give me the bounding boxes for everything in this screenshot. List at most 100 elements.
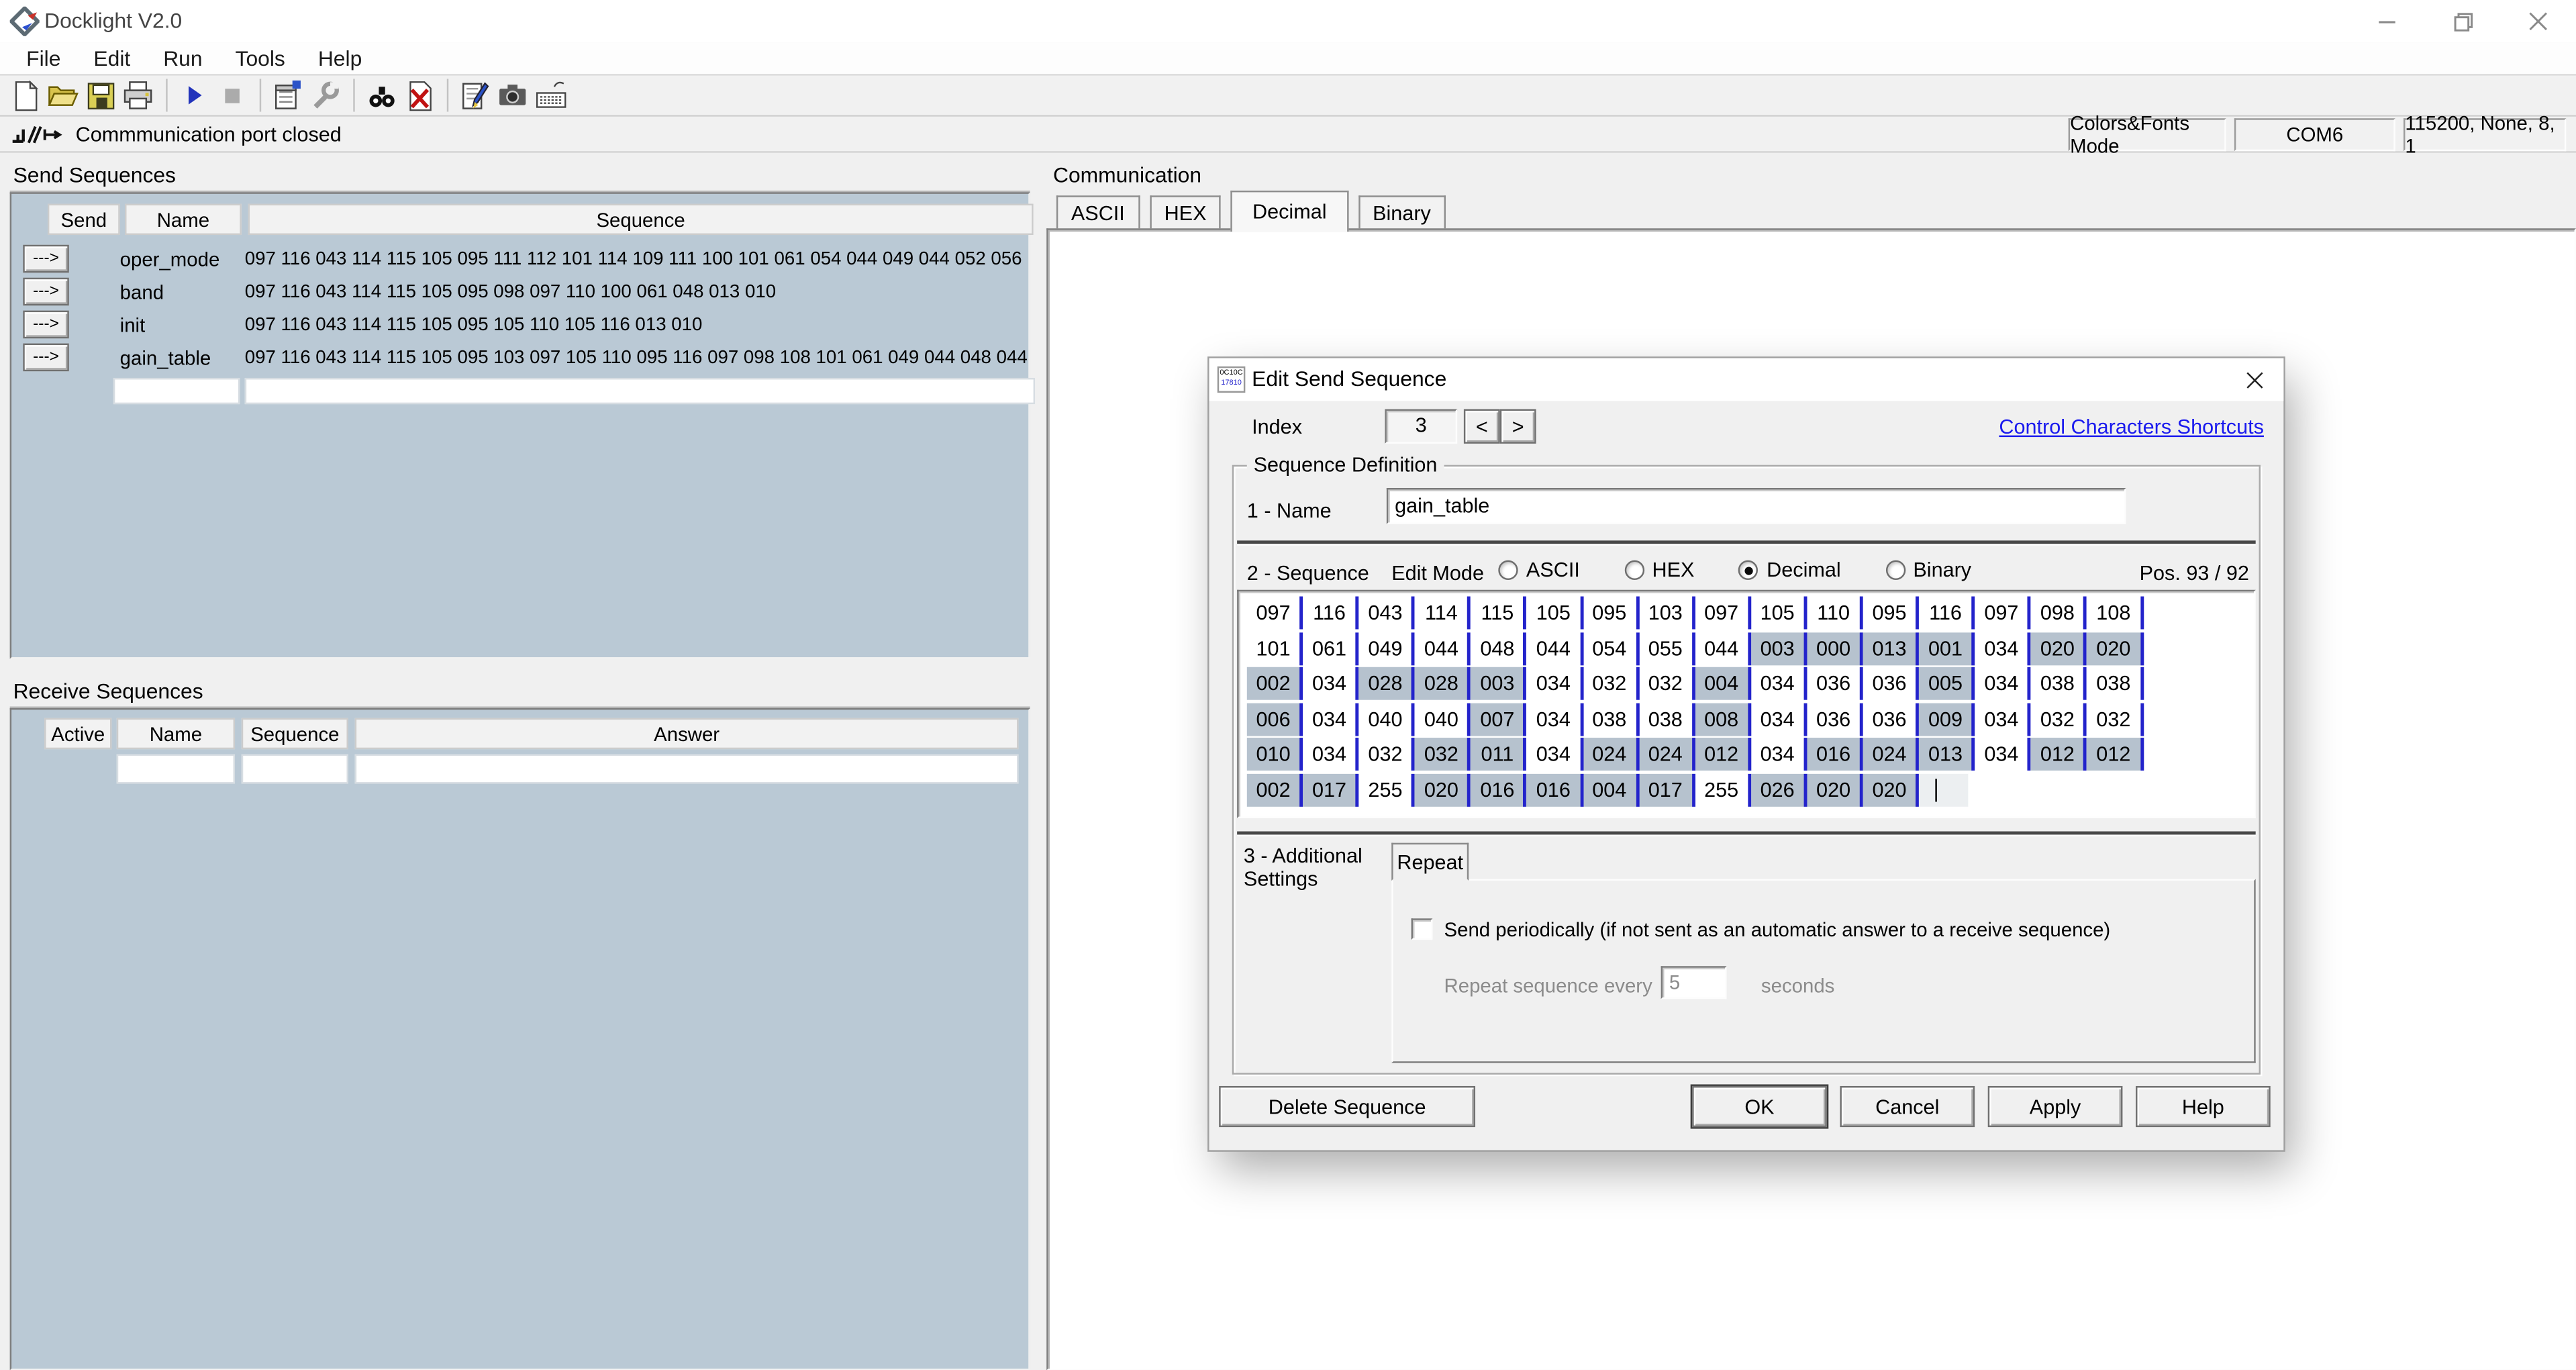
sequence-byte[interactable]: 034 [1527,667,1583,700]
sequence-byte[interactable]: 103 [1639,597,1695,630]
sequence-byte[interactable]: 009 [1919,702,1975,735]
keyboard-console-icon[interactable] [532,77,568,113]
empty-answer-cell[interactable] [355,754,1019,783]
sequence-byte[interactable]: 017 [1639,773,1695,806]
sequence-byte[interactable]: 032 [1359,738,1415,771]
menu-item[interactable]: Help [301,46,378,71]
sequence-byte[interactable]: 002 [1247,667,1303,700]
name-input[interactable]: gain_table [1387,488,2126,524]
sequence-bytes[interactable]: 097 116 043 114 115 105 095 103 097 105 … [245,342,1037,375]
sequence-name[interactable]: oper_mode [113,243,238,276]
sequence-byte[interactable]: 032 [1415,738,1471,771]
sequence-byte[interactable]: 020 [2087,632,2143,665]
sequence-byte[interactable]: 098 [2031,597,2087,630]
sequence-byte[interactable]: 038 [1583,702,1639,735]
sequence-byte[interactable]: 034 [1751,702,1807,735]
sequence-byte[interactable]: 108 [2087,597,2143,630]
sequence-bytes[interactable]: 097 116 043 114 115 105 095 098 097 110 … [245,276,1037,309]
sequence-byte[interactable]: 005 [1919,667,1975,700]
sequence-name[interactable]: band [113,276,238,309]
menu-item[interactable]: File [10,46,77,71]
dialog-button[interactable]: Help [2136,1086,2271,1127]
edit-mode-radio[interactable]: HEX [1624,558,1695,581]
empty-name-cell[interactable] [113,378,240,404]
empty-name-cell[interactable] [117,754,235,783]
sequence-byte[interactable]: 032 [1583,667,1639,700]
sequence-byte[interactable]: 054 [1583,632,1639,665]
edit-mode-radio[interactable]: ASCII [1498,558,1580,581]
sequence-byte[interactable]: 255 [1695,773,1750,806]
sequence-byte[interactable]: 002 [1247,773,1303,806]
sequence-byte[interactable]: 028 [1415,667,1471,700]
menu-item[interactable]: Edit [77,46,147,71]
dialog-button[interactable]: OK [1692,1086,1827,1127]
sequence-byte[interactable]: 038 [2031,667,2087,700]
sequence-byte[interactable]: 007 [1471,702,1527,735]
sequence-byte[interactable]: 036 [1807,667,1863,700]
sequence-byte[interactable]: 114 [1415,597,1471,630]
sequence-byte[interactable]: 034 [1975,667,2031,700]
sequence-byte[interactable]: 034 [1751,738,1807,771]
empty-sequence-cell[interactable] [242,754,348,783]
dialog-button[interactable]: Cancel [1840,1086,1975,1127]
sequence-byte[interactable]: 040 [1415,702,1471,735]
restore-icon[interactable] [2425,0,2501,43]
sequence-byte[interactable]: 038 [1639,702,1695,735]
sequence-byte[interactable]: 020 [1415,773,1471,806]
delete-sequence-button[interactable]: Delete Sequence [1219,1086,1475,1127]
sequence-byte[interactable]: 040 [1359,702,1415,735]
sequence-byte[interactable]: 024 [1583,738,1639,771]
sequence-byte[interactable]: 001 [1919,632,1975,665]
sequence-byte[interactable]: 034 [1527,738,1583,771]
sequence-byte[interactable]: 097 [1975,597,2031,630]
sequence-byte[interactable]: 020 [1863,773,1919,806]
sequence-byte[interactable]: 003 [1471,667,1527,700]
sequence-byte[interactable]: 034 [1751,667,1807,700]
sequence-byte[interactable]: 034 [1303,702,1358,735]
sequence-byte[interactable]: 043 [1359,597,1415,630]
sequence-byte[interactable]: 097 [1695,597,1750,630]
project-settings-icon[interactable] [269,77,305,113]
sequence-byte[interactable]: 032 [2087,702,2143,735]
sequence-byte[interactable]: 049 [1359,632,1415,665]
snapshot-camera-icon[interactable] [495,77,531,113]
sequence-byte[interactable]: 105 [1527,597,1583,630]
find-icon[interactable] [363,77,399,113]
new-file-icon[interactable] [7,77,43,113]
save-project-icon[interactable] [82,77,118,113]
sequence-byte[interactable]: 044 [1695,632,1750,665]
edit-mode-radio[interactable]: Binary [1885,558,1971,581]
control-characters-shortcuts-link[interactable]: Control Characters Shortcuts [1999,415,2264,438]
sequence-byte[interactable]: 000 [1807,632,1863,665]
close-icon[interactable] [2500,0,2576,43]
sequence-byte[interactable]: 095 [1863,597,1919,630]
sequence-byte[interactable]: 034 [1303,667,1358,700]
index-next-button[interactable]: > [1500,409,1536,443]
sequence-byte[interactable]: 020 [2031,632,2087,665]
sequence-byte[interactable]: 032 [1639,667,1695,700]
sequence-byte[interactable]: 004 [1695,667,1750,700]
sequence-bytes[interactable]: 097 116 043 114 115 105 095 111 112 101 … [245,243,1037,276]
send-periodically-checkbox[interactable] [1411,918,1433,940]
sequence-byte[interactable]: 016 [1807,738,1863,771]
sequence-byte[interactable]: 012 [2031,738,2087,771]
sequence-byte[interactable]: 020 [1807,773,1863,806]
open-project-icon[interactable] [44,77,81,113]
sequence-byte[interactable]: 101 [1247,632,1303,665]
sequence-byte[interactable]: 016 [1471,773,1527,806]
clear-communication-icon[interactable] [401,77,437,113]
repeat-tab[interactable]: Repeat [1391,843,1469,881]
sequence-byte[interactable]: 055 [1639,632,1695,665]
stop-communication-icon[interactable] [213,77,250,113]
sequence-byte[interactable]: 048 [1471,632,1527,665]
sequence-name[interactable]: gain_table [113,342,238,375]
sequence-byte[interactable]: 116 [1303,597,1358,630]
sequence-byte[interactable]: 010 [1247,738,1303,771]
sequence-byte[interactable]: 011 [1471,738,1527,771]
menu-item[interactable]: Tools [219,46,301,71]
sequence-name[interactable]: init [113,309,238,342]
menu-item[interactable]: Run [147,46,219,71]
index-value[interactable]: 3 [1385,409,1457,443]
send-sequence-button[interactable]: ---> [23,344,69,372]
sequence-byte[interactable]: 034 [1527,702,1583,735]
